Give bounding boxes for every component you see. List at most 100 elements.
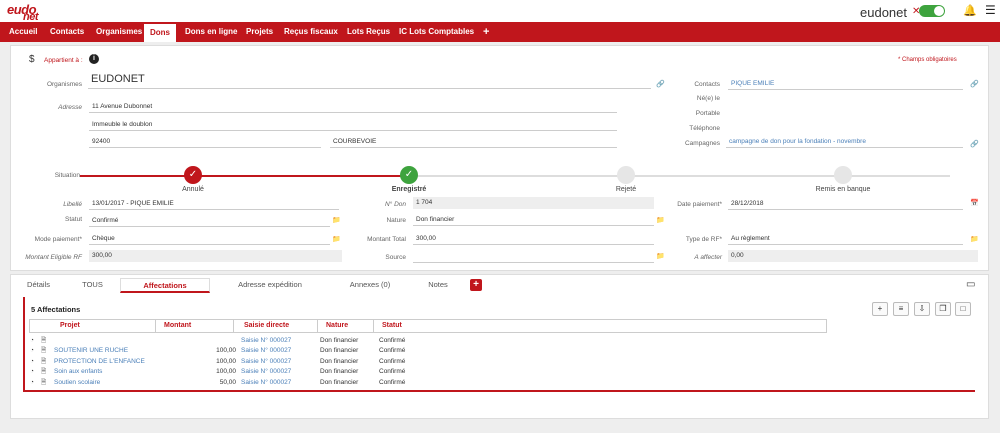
mode-paiement-field[interactable]: Chèque [89,233,330,245]
a-affecter-label: A affecter [694,254,722,261]
nav-item-dons[interactable]: Dons [144,22,176,42]
row-saisie[interactable]: Saisie N° 000027 [241,378,291,388]
hamburger-menu-icon[interactable]: ☰ [985,3,996,17]
date-paiement-field[interactable]: 28/12/2018 [728,198,963,210]
mode-paiement-label: Mode paiement* [34,236,82,243]
calendar-icon[interactable]: 📅 [970,199,979,207]
row-statut: Confirmé [379,358,406,365]
col-saisie[interactable]: Saisie directe [240,319,318,333]
nav-item-dons-en-ligne[interactable]: Dons en ligne [179,22,243,42]
nav-item-contacts[interactable]: Contacts [44,22,90,42]
col-montant[interactable]: Montant [160,319,234,333]
layout-toggle-icon[interactable]: ▭ [966,279,975,290]
step-rejete-circle[interactable] [617,166,635,184]
nav-item-lots-recus[interactable]: Lots Reçus [341,22,396,42]
contacts-link-icon[interactable]: 🔗 [970,80,979,88]
city-field[interactable]: COURBEVOIE [330,136,617,148]
file-icon[interactable]: 🗎 [41,346,46,356]
ndon-field: 1 704 [413,197,654,209]
affectations-title: 5 Affectations [31,305,81,314]
campagnes-link-icon[interactable]: 🔗 [970,140,979,148]
col-projet[interactable]: Projet [56,319,156,333]
row-nature: Don financier [320,379,359,386]
nav-item-projets[interactable]: Projets [240,22,279,42]
top-bar: eudo net eudonet ✕ 🔔 ☰ [0,0,1000,23]
pie-chart-icon[interactable]: ◔ [30,367,34,377]
postal-code-field[interactable]: 92400 [89,136,321,148]
filter-icon[interactable]: ≡ [893,302,909,316]
adresse-line2-field[interactable]: Immeuble le doublon [89,119,617,131]
pie-chart-icon[interactable]: ◔ [30,336,34,346]
col-statut[interactable]: Statut [378,319,418,333]
contacts-field[interactable]: PIQUE EMILIE [728,78,963,90]
row-montant: 100,00 [216,368,236,375]
nature-label: Nature [386,217,406,224]
brand-name: eudonet [860,5,907,20]
row-saisie[interactable]: Saisie N° 000027 [241,357,291,367]
file-icon[interactable]: 🗎 [41,378,46,388]
montant-total-field[interactable]: 300,00 [413,233,654,245]
add-affectation-button[interactable]: + [872,302,888,316]
nav-item-ic-lots[interactable]: IC Lots Comptables [393,22,480,42]
row-statut: Confirmé [379,379,406,386]
statut-folder-icon[interactable]: 📁 [332,216,341,224]
tab-annexes[interactable]: Annexes (0) [335,278,405,293]
step-remis-circle[interactable] [834,166,852,184]
organismes-field[interactable]: EUDONET [88,72,651,89]
file-icon[interactable]: 🗎 [41,357,46,367]
add-tab-button[interactable]: + [470,279,482,291]
nav-item-accueil[interactable]: Accueil [3,22,43,42]
col-nature[interactable]: Nature [322,319,374,333]
document-icon[interactable]: □ [955,302,971,316]
toggle-knob [934,6,944,16]
row-saisie[interactable]: Saisie N° 000027 [241,346,291,356]
file-icon[interactable]: 🗎 [41,336,46,346]
row-saisie[interactable]: Saisie N° 000027 [241,367,291,377]
row-nature: Don financier [320,347,359,354]
main-nav: Accueil Contacts Organismes Dons Dons en… [0,22,1000,42]
app-logo[interactable]: eudo net [7,2,39,23]
step-enregistre-label: Enregistré [391,186,427,193]
nature-field[interactable]: Don financier [413,214,654,226]
mode-folder-icon[interactable]: 📁 [332,235,341,243]
tab-tous[interactable]: TOUS [70,278,115,293]
row-saisie[interactable]: Saisie N° 000027 [241,336,291,346]
source-label: Source [385,254,406,261]
row-projet[interactable]: SOUTENIR UNE RUCHE [54,346,154,356]
row-projet[interactable]: Soin aux enfants [54,367,154,377]
row-projet[interactable] [56,336,156,346]
file-icon[interactable]: 🗎 [41,367,46,377]
duplicate-icon[interactable]: ❐ [935,302,951,316]
campagnes-field[interactable]: campagne de don pour la fondation - nove… [726,136,963,148]
tab-adresse-expedition[interactable]: Adresse expédition [225,278,315,293]
pie-chart-icon[interactable]: ◔ [30,346,34,356]
libelle-field[interactable]: 13/01/2017 - PIQUE EMILIE [89,198,339,210]
source-field[interactable] [413,251,654,263]
bell-icon[interactable]: 🔔 [963,4,977,17]
info-icon[interactable]: i [89,54,99,64]
nature-folder-icon[interactable]: 📁 [656,216,665,224]
pie-chart-icon[interactable]: ◔ [30,378,34,388]
tab-affectations[interactable]: Affectations [120,278,210,293]
telephone-label: Téléphone [689,125,720,132]
nav-add-button[interactable]: + [477,22,495,42]
type-rf-field[interactable]: Au règlement [728,233,963,245]
step-progress-line [80,175,410,177]
nav-item-recus-fiscaux[interactable]: Reçus fiscaux [278,22,344,42]
export-icon[interactable]: ⇩ [914,302,930,316]
step-enregistre-check-icon[interactable]: ✓ [400,166,418,184]
step-annule-check-icon[interactable]: ✓ [184,166,202,184]
type-rf-folder-icon[interactable]: 📁 [970,235,979,243]
a-affecter-field: 0,00 [728,250,978,262]
tab-details[interactable]: Détails [16,278,61,293]
row-projet[interactable]: PROTECTION DE L'ENFANCE [54,357,158,367]
nav-item-organismes[interactable]: Organismes [90,22,148,42]
row-projet[interactable]: Soutien scolaire [54,378,154,388]
statut-field[interactable]: Confirmé [89,215,330,227]
adresse-line1-field[interactable]: 11 Avenue Dubonnet [89,101,617,113]
required-note: * Champs obligatoires [898,57,957,63]
pie-chart-icon[interactable]: ◔ [30,357,34,367]
theme-toggle[interactable] [919,5,945,17]
row-nature: Don financier [320,337,359,344]
tab-notes[interactable]: Notes [418,278,458,293]
